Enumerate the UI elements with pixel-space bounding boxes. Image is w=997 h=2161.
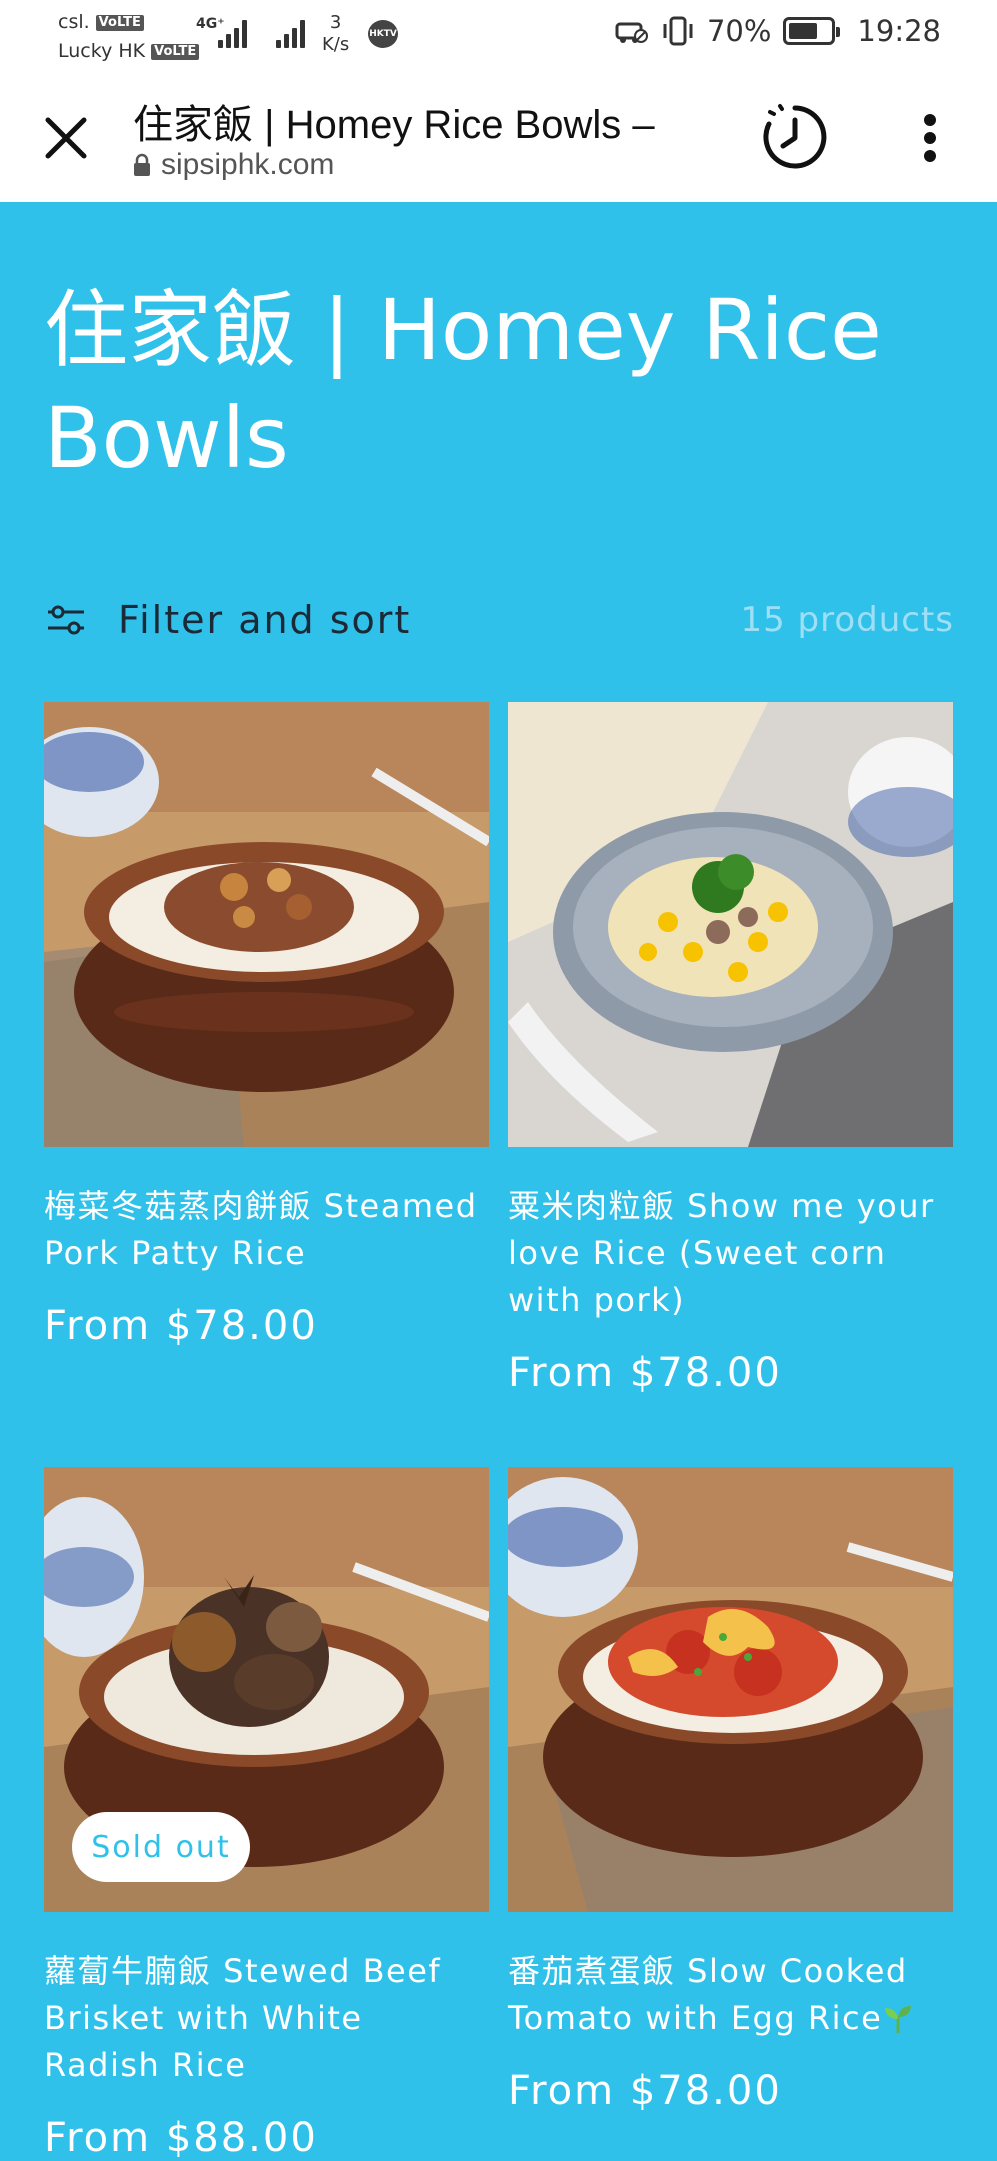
signal-icon-2 <box>276 14 305 48</box>
network-speed: 3 K/s <box>322 12 349 56</box>
history-icon[interactable] <box>760 102 830 172</box>
url-bar[interactable]: sipsiphk.com <box>133 148 334 182</box>
carrier-2-label: Lucky HK <box>58 40 146 62</box>
overflow-menu-icon[interactable] <box>910 108 950 168</box>
battery-percent: 70% <box>706 14 772 48</box>
product-image[interactable] <box>508 702 953 1147</box>
collection-page: 住家飯 | Homey Rice Bowls Filter and sort 1… <box>0 202 997 2161</box>
product-price: From $78.00 <box>508 1350 782 1396</box>
signal-icon <box>218 14 247 48</box>
clock: 19:28 <box>857 14 941 48</box>
url-text: sipsiphk.com <box>161 148 335 181</box>
product-title[interactable]: 粟米肉粒飯 Show me your love Rice (Sweet corn… <box>508 1183 953 1324</box>
product-card[interactable]: 粟米肉粒飯 Show me your love Rice (Sweet corn… <box>508 702 953 1396</box>
facets-bar: Filter and sort 15 products <box>44 590 954 650</box>
volte-badge: VoLTE <box>95 14 144 31</box>
page-title-bar: 住家飯 | Homey Rice Bowls – <box>133 103 655 147</box>
close-icon[interactable] <box>40 112 92 164</box>
product-title[interactable]: 蘿蔔牛腩飯 Stewed Beef Brisket with White Rad… <box>44 1948 489 2089</box>
product-title[interactable]: 梅菜冬菇蒸肉餅飯 Steamed Pork Patty Rice <box>44 1183 489 1277</box>
seedling-icon <box>882 2001 914 2033</box>
product-image[interactable] <box>508 1467 953 1912</box>
collection-title: 住家飯 | Homey Rice Bowls <box>44 281 882 487</box>
product-price: From $78.00 <box>508 2068 782 2114</box>
filter-and-sort-button[interactable]: Filter and sort <box>44 590 411 650</box>
volte-badge-2: VoLTE <box>151 43 200 60</box>
product-count: 15 products <box>740 600 954 640</box>
status-right: 70% 19:28 <box>615 14 941 48</box>
product-price: From $78.00 <box>44 1303 318 1349</box>
app-notification-icon: HKTV <box>368 20 398 48</box>
filter-label: Filter and sort <box>118 598 412 642</box>
battery-icon <box>783 17 841 45</box>
speed-unit: K/s <box>322 34 350 55</box>
lock-icon <box>133 153 151 177</box>
custom-tab-toolbar: 住家飯 | Homey Rice Bowls – sipsiphk.com <box>0 72 997 202</box>
product-card[interactable]: 梅菜冬菇蒸肉餅飯 Steamed Pork Patty Rice From $7… <box>44 702 489 1349</box>
filter-sliders-icon <box>44 602 88 638</box>
product-price: From $88.00 <box>44 2115 318 2161</box>
product-card[interactable]: 番茄煮蛋飯 Slow Cooked Tomato with Egg Rice F… <box>508 1467 953 2114</box>
product-image[interactable]: Sold out <box>44 1467 489 1912</box>
car-mode-icon <box>615 16 649 46</box>
vibrate-icon <box>661 16 695 46</box>
product-title[interactable]: 番茄煮蛋飯 Slow Cooked Tomato with Egg Rice <box>508 1948 953 2042</box>
status-bar: csl. VoLTE Lucky HK VoLTE 4G⁺ 3 K/s HKTV 7… <box>0 0 997 72</box>
carrier-1-label: csl. <box>58 11 90 33</box>
product-image[interactable] <box>44 702 489 1147</box>
product-card[interactable]: Sold out 蘿蔔牛腩飯 Stewed Beef Brisket with … <box>44 1467 489 2161</box>
carrier-info: csl. VoLTE Lucky HK VoLTE <box>58 8 200 66</box>
product-title-text: 番茄煮蛋飯 Slow Cooked Tomato with Egg Rice <box>508 1952 908 2037</box>
sold-out-badge: Sold out <box>72 1812 250 1882</box>
speed-value: 3 <box>329 12 342 33</box>
